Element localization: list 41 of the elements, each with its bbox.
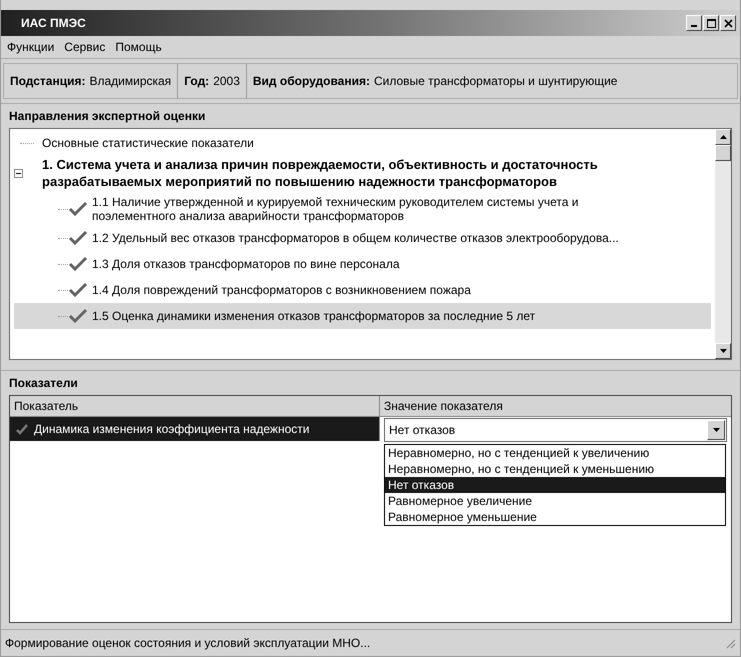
caret-icon (712, 428, 720, 432)
tree-item[interactable]: 1.1 Наличие утвержденной и курируемой техническим руководителем системы учета и поэлементного анализа аварийности трансформаторов (92, 195, 652, 223)
menu-item[interactable]: Функции (7, 40, 54, 54)
column-header[interactable]: Показатель (10, 396, 380, 416)
window-title: ИАС ПМЭС (21, 16, 86, 30)
dropdown-option[interactable]: Неравномерно, но с тенденцией к уменьшению (385, 461, 725, 477)
maximize-button[interactable] (703, 15, 719, 31)
scrollbar-thumb[interactable] (715, 145, 731, 161)
info-label: Год: (184, 74, 210, 88)
minimize-icon (691, 25, 697, 27)
status-text: Формирование оценок состояния и условий эксплуатации МНО... (5, 636, 370, 650)
close-icon (724, 18, 732, 28)
tree-item[interactable]: Основные статистические показатели (42, 134, 254, 152)
info-value: Силовые трансформаторы и шунтирующие (374, 74, 618, 88)
column-header[interactable]: Значение показателя (380, 396, 731, 416)
resize-grip-icon (724, 637, 736, 649)
info-label: Вид оборудования: (252, 74, 370, 88)
checkmark-icon (16, 423, 28, 435)
close-button[interactable] (720, 15, 736, 31)
down-arrow-icon (720, 349, 726, 353)
menu-item[interactable]: Сервис (64, 40, 106, 54)
tree-item[interactable]: 1.4 Доля повреждений трансформаторов с возникновением пожара (92, 283, 471, 297)
info-label: Подстанция: (10, 74, 86, 88)
info-value: Владимирская (89, 74, 172, 88)
menu-item[interactable]: Помощь (115, 40, 162, 54)
dropdown-button[interactable] (707, 420, 725, 440)
collapse-toggle[interactable] (14, 168, 23, 178)
minimize-button[interactable] (686, 15, 702, 31)
dropdown-option[interactable]: Равномерное увеличение (385, 493, 725, 509)
scrollbar[interactable] (715, 129, 731, 359)
dropdown-option[interactable]: Неравномерно, но с тенденцией к увеличению (385, 445, 725, 461)
table-cell[interactable]: Динамика изменения коэффициента надежности (10, 417, 380, 441)
info-value: 2003 (213, 74, 240, 88)
up-arrow-icon (720, 135, 726, 139)
tree-item[interactable]: 1. Система учета и анализа причин повреждаемости, объективность и достаточность разрабатываемых мероприятий по повышению надежности трансформаторов (42, 154, 711, 192)
tree-item[interactable]: 1.3 Доля отказов трансформаторов по вине персонала (92, 257, 400, 271)
maximize-icon (706, 18, 716, 28)
value-dropdown[interactable]: Нет отказов (384, 418, 727, 442)
dropdown-option[interactable]: Нет отказов (385, 477, 725, 493)
dropdown-option[interactable]: Равномерное уменьшение (385, 509, 725, 525)
tree-item[interactable]: 1.2 Удельный вес отказов трансформаторов в общем количестве отказов электрооборудова... (92, 231, 619, 245)
